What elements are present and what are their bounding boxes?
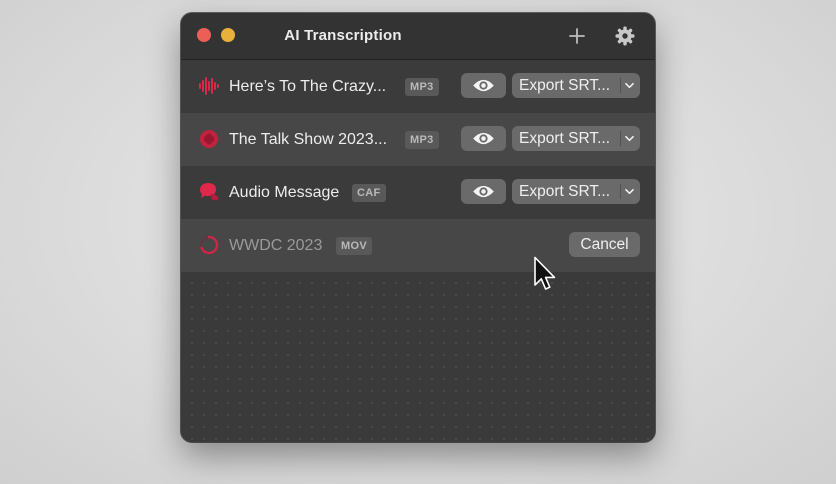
file-name: The Talk Show 2023... — [229, 131, 388, 148]
file-list: Here’s To The Crazy... MP3 Export SRT... — [181, 60, 655, 272]
add-file-button[interactable] — [565, 24, 589, 48]
eye-icon — [473, 79, 494, 92]
preview-button[interactable] — [461, 179, 506, 204]
chevron-down-icon[interactable] — [624, 187, 635, 196]
format-badge: MP3 — [405, 78, 439, 96]
list-item[interactable]: Here’s To The Crazy... MP3 Export SRT... — [181, 60, 655, 113]
plus-icon — [569, 28, 585, 44]
list-item[interactable]: Audio Message CAF Export SRT... — [181, 166, 655, 219]
settings-button[interactable] — [613, 24, 637, 48]
format-badge: MP3 — [405, 131, 439, 149]
export-label: Export SRT... — [519, 77, 611, 94]
app-window: AI Transcription Here’s To The Crazy... … — [181, 13, 655, 442]
file-name: Audio Message — [229, 184, 340, 201]
list-item[interactable]: The Talk Show 2023... MP3 Export SRT... — [181, 113, 655, 166]
export-srt-button[interactable]: Export SRT... — [512, 73, 640, 98]
speech-bubble-icon — [200, 183, 219, 201]
export-srt-button[interactable]: Export SRT... — [512, 126, 640, 151]
file-name: Here’s To The Crazy... — [229, 78, 387, 95]
format-badge: CAF — [352, 184, 386, 202]
waveform-icon — [199, 77, 219, 95]
list-item[interactable]: WWDC 2023 MOV Cancel — [181, 219, 655, 272]
gear-icon — [615, 26, 635, 46]
chevron-down-icon[interactable] — [624, 134, 635, 143]
divider — [620, 78, 621, 93]
eye-icon — [473, 132, 494, 145]
preview-button[interactable] — [461, 126, 506, 151]
progress-spinner-icon — [199, 235, 219, 255]
format-badge: MOV — [336, 237, 372, 255]
podcast-icon — [200, 130, 218, 148]
divider — [620, 131, 621, 146]
cancel-button[interactable]: Cancel — [569, 232, 640, 257]
title-bar: AI Transcription — [181, 13, 655, 60]
export-srt-button[interactable]: Export SRT... — [512, 179, 640, 204]
chevron-down-icon[interactable] — [624, 81, 635, 90]
drop-zone[interactable] — [181, 272, 655, 442]
preview-button[interactable] — [461, 73, 506, 98]
export-label: Export SRT... — [519, 130, 611, 147]
mouse-cursor-icon — [534, 256, 556, 290]
file-name: WWDC 2023 — [229, 237, 323, 254]
eye-icon — [473, 185, 494, 198]
export-label: Export SRT... — [519, 183, 611, 200]
divider — [620, 184, 621, 199]
window-title: AI Transcription — [284, 27, 402, 44]
